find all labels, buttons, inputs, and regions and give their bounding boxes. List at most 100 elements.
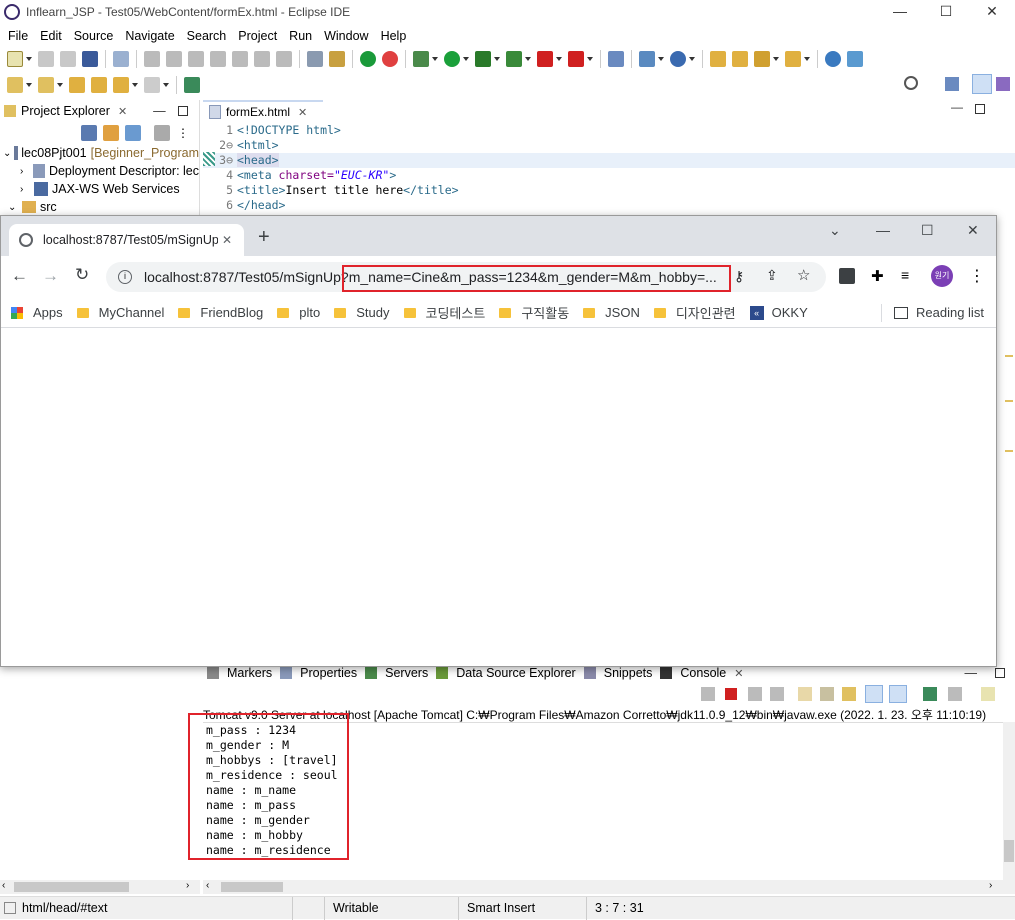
console-hscroll[interactable]: ‹ › xyxy=(203,880,1015,894)
view-menu-icon[interactable]: ⋮ xyxy=(177,126,189,140)
bookmark-folder[interactable]: plto xyxy=(277,305,320,320)
search-icon[interactable] xyxy=(904,76,918,90)
tree-item-jax-ws[interactable]: › JAX-WS Web Services xyxy=(0,180,199,198)
explorer-hscroll[interactable]: ‹ › xyxy=(0,880,200,894)
format-icon[interactable] xyxy=(307,51,323,67)
console-vscroll-thumb[interactable] xyxy=(1004,840,1014,862)
external-tools-icon[interactable] xyxy=(568,51,584,67)
terminal-icon[interactable] xyxy=(82,51,98,67)
terminate-debug-icon[interactable] xyxy=(188,51,204,67)
console-close-icon[interactable]: ✕ xyxy=(734,667,743,680)
page-content[interactable] xyxy=(1,329,996,666)
tab-snippets[interactable]: Snippets xyxy=(604,666,653,680)
tab-close-icon[interactable]: ✕ xyxy=(222,233,232,247)
terminate-icon[interactable] xyxy=(725,688,737,700)
extension-i-icon[interactable] xyxy=(839,268,855,284)
resume-icon[interactable] xyxy=(144,51,160,67)
save-all-icon[interactable] xyxy=(60,51,76,67)
new-class-icon[interactable] xyxy=(670,51,686,67)
tab-properties[interactable]: Properties xyxy=(300,666,357,680)
tab-markers[interactable]: Markers xyxy=(227,666,272,680)
chrome-close-button[interactable]: ✕ xyxy=(967,222,979,239)
pin-console-icon[interactable] xyxy=(923,687,937,701)
bookmark-folder[interactable]: 구직활동 xyxy=(499,303,569,322)
bookmark-folder[interactable]: 코딩테스트 xyxy=(403,303,485,322)
run-external-icon[interactable] xyxy=(506,51,522,67)
link-editor-icon[interactable] xyxy=(103,125,119,141)
server-status-icon[interactable] xyxy=(382,51,398,67)
collapse-chevron-icon[interactable]: › xyxy=(20,184,30,195)
close-button[interactable]: ✕ xyxy=(969,0,1015,24)
step-return-icon[interactable] xyxy=(276,51,292,67)
bookmark-apps[interactable]: Apps xyxy=(11,305,63,320)
tab-console[interactable]: Console xyxy=(680,666,726,680)
code-area[interactable]: 1 <!DOCTYPE html> 2⊖ <html> 3⊖ <head> 4 <met… xyxy=(203,123,1015,213)
profile-avatar[interactable]: 원기 xyxy=(931,265,953,287)
maximize-view-icon[interactable] xyxy=(177,106,188,116)
open-type-icon[interactable] xyxy=(710,51,726,67)
new-tab-button[interactable]: + xyxy=(258,226,270,249)
menu-search[interactable]: Search xyxy=(183,29,231,43)
password-key-icon[interactable]: ⚷ xyxy=(734,268,744,285)
media-controls-icon[interactable]: ≡ xyxy=(901,267,909,283)
display-console-icon[interactable] xyxy=(948,687,962,701)
bookmark-folder[interactable]: MyChannel xyxy=(76,305,164,320)
collapse-all-icon[interactable] xyxy=(81,125,97,141)
back-icon[interactable] xyxy=(113,77,129,93)
open-console-icon[interactable] xyxy=(184,77,200,93)
forward-arrow-icon[interactable]: → xyxy=(42,266,59,286)
menu-navigate[interactable]: Navigate xyxy=(121,29,178,43)
menu-run[interactable]: Run xyxy=(285,29,316,43)
menu-source[interactable]: Source xyxy=(70,29,118,43)
chrome-maximize-button[interactable]: ☐ xyxy=(921,222,934,239)
menu-edit[interactable]: Edit xyxy=(36,29,66,43)
next-annotation-icon[interactable] xyxy=(7,77,23,93)
menu-project[interactable]: Project xyxy=(234,29,281,43)
new-icon[interactable] xyxy=(7,51,23,67)
browser-tab[interactable]: localhost:8787/Test05/mSignUp? ✕ xyxy=(9,224,244,256)
new-package-icon[interactable] xyxy=(639,51,655,67)
java-ee-perspective-icon[interactable] xyxy=(972,74,992,94)
expand-chevron-icon[interactable]: ⌄ xyxy=(3,148,11,159)
refactor-icon[interactable] xyxy=(329,51,345,67)
save-icon[interactable] xyxy=(38,51,54,67)
editor-tab-close-icon[interactable]: ✕ xyxy=(298,106,307,119)
open-console-icon[interactable] xyxy=(981,687,995,701)
bookmark-okky[interactable]: « OKKY xyxy=(749,305,808,320)
bookmark-folder[interactable]: JSON xyxy=(583,305,640,320)
show-stderr-icon[interactable] xyxy=(889,685,907,703)
run-icon[interactable] xyxy=(444,51,460,67)
project-explorer-close-icon[interactable]: ✕ xyxy=(118,105,127,118)
console-maximize-icon[interactable] xyxy=(995,668,1005,678)
tab-data-source-explorer[interactable]: Data Source Explorer xyxy=(456,666,576,680)
minimize-button[interactable]: — xyxy=(877,0,923,24)
filter-icon[interactable] xyxy=(125,125,141,141)
explorer-hscroll-thumb[interactable] xyxy=(14,882,129,892)
share-icon[interactable]: ⇪ xyxy=(766,267,778,284)
tree-item-src[interactable]: ⌄ src xyxy=(0,198,199,216)
disconnect-icon[interactable] xyxy=(210,51,226,67)
console-minimize-icon[interactable]: — xyxy=(965,666,978,680)
expand-chevron-icon[interactable]: ⌄ xyxy=(8,202,18,213)
remove-launch-icon[interactable] xyxy=(748,687,762,701)
open-resource-icon[interactable] xyxy=(785,51,801,67)
new-java-project-icon[interactable] xyxy=(608,51,624,67)
show-stdout-icon[interactable] xyxy=(865,685,883,703)
collapse-chevron-icon[interactable]: › xyxy=(20,166,29,177)
reading-list-button[interactable]: Reading list xyxy=(881,303,984,322)
bookmark-folder[interactable]: FriendBlog xyxy=(178,305,263,320)
word-wrap-icon[interactable] xyxy=(842,687,856,701)
maximize-button[interactable]: ☐ xyxy=(923,0,969,24)
extensions-puzzle-icon[interactable]: ✚ xyxy=(871,267,884,285)
open-perspective-icon[interactable] xyxy=(945,77,959,91)
tab-search-icon[interactable]: ⌄ xyxy=(829,222,841,239)
minimize-view-icon[interactable]: — xyxy=(153,104,166,118)
tab-servers[interactable]: Servers xyxy=(385,666,428,680)
status-ime-icon[interactable] xyxy=(292,896,324,920)
console-hscroll-thumb[interactable] xyxy=(221,882,283,892)
coverage-icon[interactable] xyxy=(475,51,491,67)
debug-icon[interactable] xyxy=(413,51,429,67)
project-explorer-tab[interactable]: Project Explorer ✕ — xyxy=(0,100,199,122)
console-scroll-lock-icon[interactable] xyxy=(701,687,715,701)
site-info-icon[interactable]: i xyxy=(118,270,132,284)
